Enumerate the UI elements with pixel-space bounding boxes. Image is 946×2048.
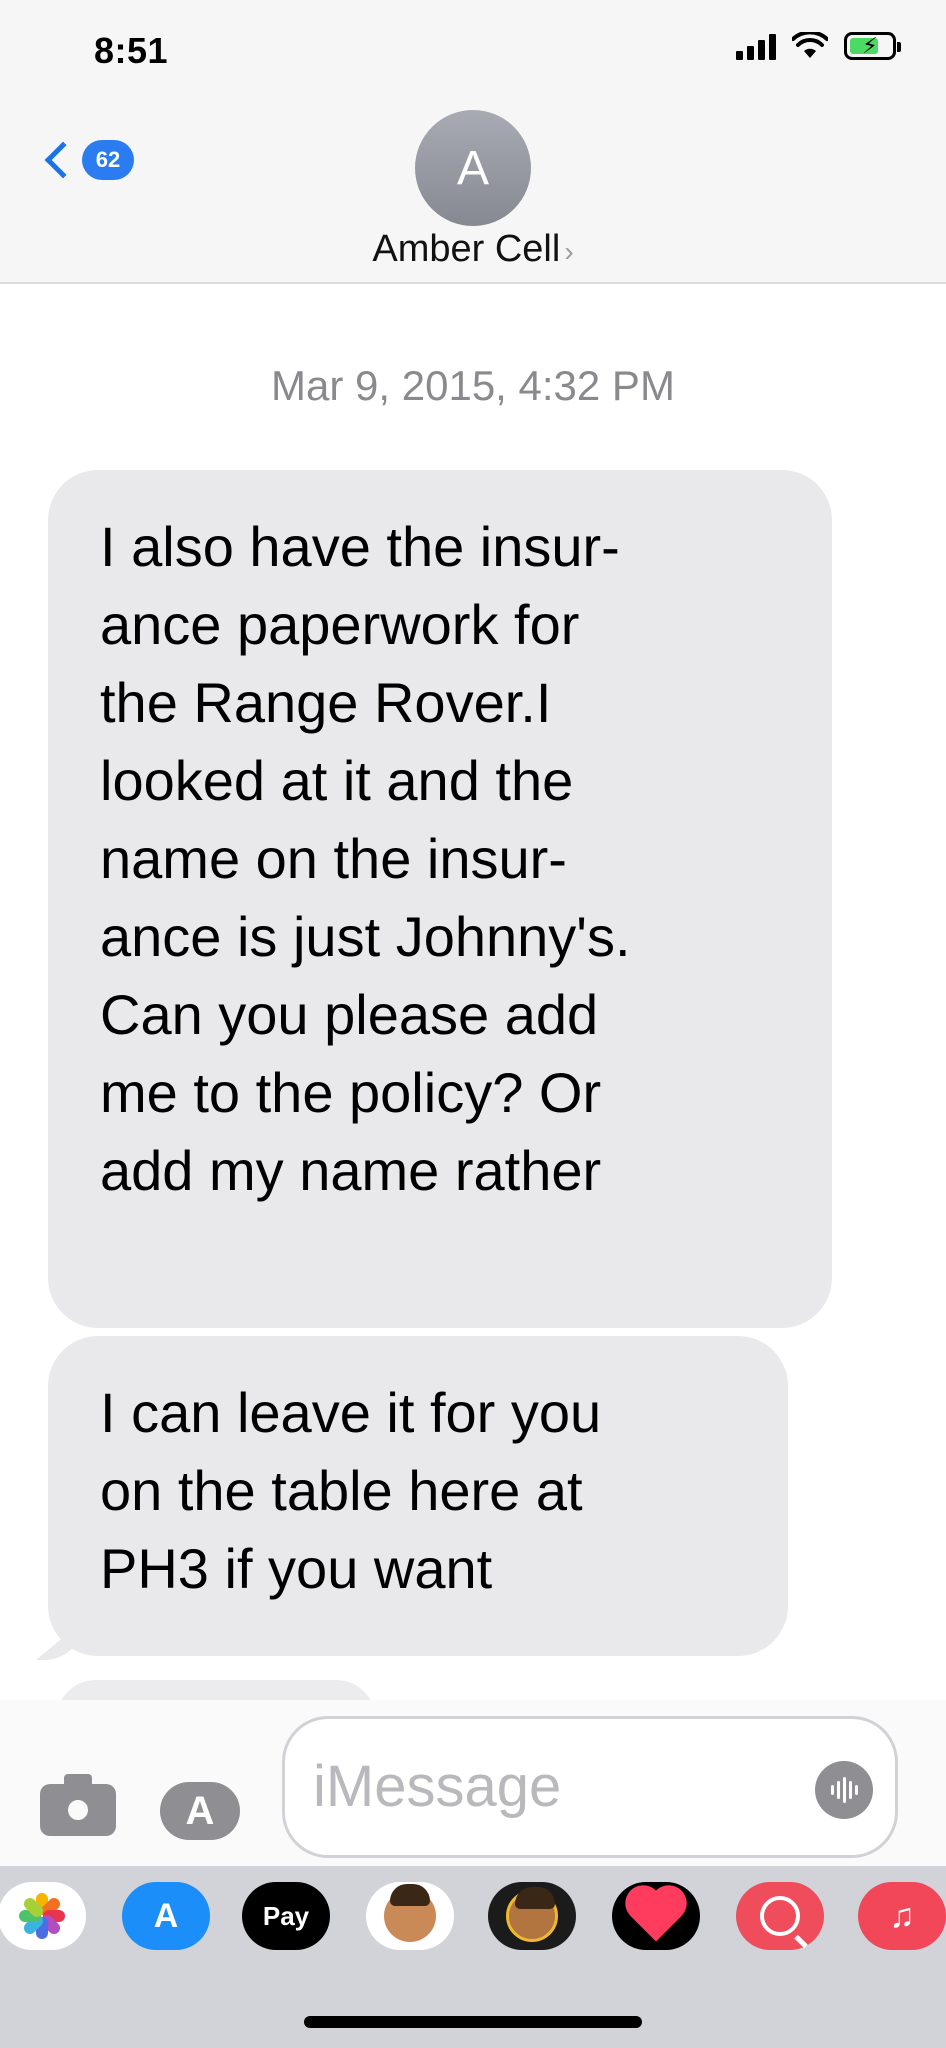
apple-pay-label: Pay <box>262 1900 310 1931</box>
app-store-icon[interactable]: A <box>122 1882 210 1950</box>
back-button[interactable]: 62 <box>36 140 134 180</box>
message-line: ance is just Johnny's. <box>100 905 631 968</box>
battery-charging-icon: ⚡ <box>844 32 901 60</box>
music-icon[interactable]: ♫ <box>858 1882 946 1950</box>
digital-touch-icon[interactable] <box>612 1882 700 1950</box>
app-store-toggle-icon[interactable]: A <box>160 1782 240 1840</box>
contact-avatar[interactable]: A <box>415 110 531 226</box>
contact-name-button[interactable]: Amber Cell › <box>0 228 946 271</box>
message-input-bar: A iMessage <box>0 1700 946 1866</box>
status-time: 8:51 <box>94 30 169 71</box>
camera-icon[interactable] <box>40 1774 116 1836</box>
imessage-placeholder: iMessage <box>313 1754 562 1819</box>
message-line: I also have the insur- <box>100 515 620 578</box>
audio-message-icon[interactable] <box>815 1761 873 1819</box>
status-icons: ⚡ <box>736 32 901 60</box>
animoji-icon[interactable] <box>488 1882 576 1950</box>
message-line: the Range Rover.I <box>100 671 552 734</box>
message-line: name on the insur- <box>100 827 567 890</box>
images-search-icon[interactable] <box>736 1882 824 1950</box>
conversation-header: 8:51 ⚡ 62 A Amber Cell › <box>0 0 946 284</box>
unread-count-badge: 62 <box>82 140 134 180</box>
chevron-left-icon <box>44 141 82 179</box>
message-timestamp: Mar 9, 2015, 4:32 PM <box>271 362 675 409</box>
message-bubble-incoming[interactable]: I also have the insur- ance paperwork fo… <box>48 470 832 1328</box>
photos-icon[interactable] <box>0 1882 86 1950</box>
message-line: PH3 if you want <box>100 1537 493 1600</box>
chevron-right-icon: › <box>564 236 574 267</box>
message-line: ance paperwork for <box>100 593 580 656</box>
message-line: looked at it and the <box>100 749 574 812</box>
wifi-icon <box>792 32 828 58</box>
signal-icon <box>736 32 776 60</box>
message-bubble-incoming[interactable]: I can leave it for you on the table here… <box>48 1336 788 1656</box>
memoji-stickers-icon[interactable] <box>366 1882 454 1950</box>
message-line: Can you please add <box>100 983 599 1046</box>
message-line: I can leave it for you <box>100 1381 602 1444</box>
message-line: add my name rather <box>100 1139 602 1202</box>
home-indicator[interactable] <box>304 2016 642 2028</box>
message-line: me to the policy? Or <box>100 1061 602 1124</box>
contact-name: Amber Cell <box>372 228 561 270</box>
apple-pay-icon[interactable]: Pay <box>242 1882 330 1950</box>
imessage-input[interactable]: iMessage <box>282 1716 898 1858</box>
message-line: on the table here at <box>100 1459 583 1522</box>
